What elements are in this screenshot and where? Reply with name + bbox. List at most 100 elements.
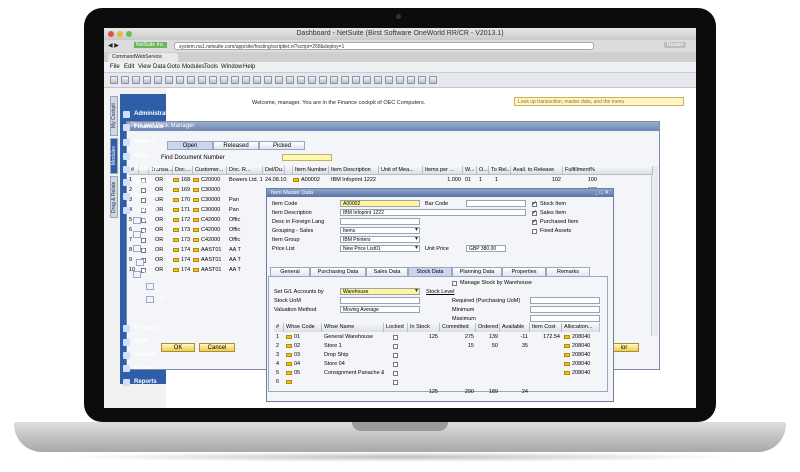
minimum-input[interactable] (530, 306, 600, 313)
stock-table-header[interactable]: Whse Name (322, 323, 384, 332)
link-arrow-icon[interactable] (286, 343, 292, 348)
tab-my-cockpit[interactable]: My Cockpit (110, 96, 118, 136)
link-arrow-icon[interactable] (193, 267, 199, 272)
find-document-input[interactable] (282, 154, 332, 161)
maximum-input[interactable] (530, 315, 600, 322)
table-header[interactable]: To Rel... (489, 166, 511, 175)
tab-properties[interactable]: Properties (502, 267, 546, 276)
stock-sub-item[interactable]: Sto (143, 271, 152, 277)
menu-tools[interactable]: Tools (204, 63, 218, 71)
item-code-input[interactable]: A00002 (340, 200, 420, 207)
stock-sub-item[interactable]: Pic (146, 259, 154, 265)
toolbar-button[interactable] (396, 76, 404, 84)
toolbar-button[interactable] (286, 76, 294, 84)
menu-help[interactable]: Help (243, 63, 255, 71)
link-arrow-icon[interactable] (286, 352, 292, 357)
minimize-window-button[interactable] (117, 31, 123, 37)
bar-code-input[interactable] (466, 200, 526, 207)
toolbar-button[interactable] (132, 76, 140, 84)
module-financials[interactable]: Financials (120, 121, 240, 134)
table-header[interactable]: Unit of Mea... (379, 166, 423, 175)
tab-modules[interactable]: Modules (110, 138, 118, 174)
stock-sub-item[interactable]: Pric (143, 245, 153, 251)
stock-sub-item[interactable]: Sto (143, 231, 152, 237)
checkbox-stock-item[interactable] (532, 200, 537, 207)
module-sales-o[interactable]: Sales O (120, 136, 240, 149)
link-arrow-icon[interactable] (193, 247, 199, 252)
toolbar-button[interactable] (253, 76, 261, 84)
tab-general[interactable]: General (270, 267, 310, 276)
toolbar-button[interactable] (352, 76, 360, 84)
toolbar-button[interactable] (165, 76, 173, 84)
table-header[interactable] (285, 166, 293, 175)
tab-purchasing-data[interactable]: Purchasing Data (310, 267, 366, 276)
stock-table-header[interactable]: Locked (384, 323, 408, 332)
stock-table-header[interactable]: Whse Code (284, 323, 322, 332)
toolbar-button[interactable] (187, 76, 195, 84)
stock-sub-item[interactable]: Sto (156, 296, 165, 302)
stock-table-header[interactable]: Ordered (476, 323, 500, 332)
toolbar-button[interactable] (220, 76, 228, 84)
link-arrow-icon[interactable] (173, 237, 179, 242)
link-arrow-icon[interactable] (173, 267, 179, 272)
stock-table-header[interactable]: Committed (440, 323, 476, 332)
item-description-input[interactable]: IBM Infoprint 1222 (340, 209, 526, 216)
tab-drag-relate[interactable]: Drag & Relate (110, 176, 118, 218)
stock-table-header[interactable]: In Stock (408, 323, 440, 332)
module-sales[interactable]: Sales (120, 150, 240, 163)
link-arrow-icon[interactable] (564, 334, 570, 339)
link-arrow-icon[interactable] (286, 361, 292, 366)
toolbar-button[interactable] (418, 76, 426, 84)
item-group-select[interactable]: IBM Printers (340, 236, 420, 243)
tab-sales-data[interactable]: Sales Data (366, 267, 408, 276)
link-arrow-icon[interactable] (193, 257, 199, 262)
link-arrow-icon[interactable] (193, 227, 199, 232)
back-forward-icon[interactable]: ◀ ▶ (108, 42, 119, 49)
table-header[interactable]: Items per ... (423, 166, 463, 175)
close-window-button[interactable] (108, 31, 114, 37)
module-banking[interactable]: Banking (120, 190, 240, 203)
table-header[interactable]: Fulfillment% (563, 166, 653, 175)
stock-row-locked[interactable] (393, 353, 398, 358)
menu-data[interactable]: Data (153, 63, 166, 71)
menu-modules[interactable]: Modules (182, 63, 205, 71)
link-arrow-icon[interactable] (286, 370, 292, 375)
module-producti[interactable]: Producti (120, 322, 240, 335)
toolbar-button[interactable] (374, 76, 382, 84)
link-arrow-icon[interactable] (173, 217, 179, 222)
valuation-input[interactable]: Moving Average (340, 306, 420, 313)
link-arrow-icon[interactable] (286, 334, 292, 339)
toolbar-button[interactable] (143, 76, 151, 84)
stock-sub-item[interactable]: Item (143, 217, 155, 223)
checkbox-sales-item[interactable] (532, 209, 537, 216)
tab-picked[interactable]: Picked (259, 141, 305, 150)
search-input[interactable]: Look up transaction, master data, and th… (514, 97, 684, 106)
menu-window[interactable]: Window (221, 63, 242, 71)
link-arrow-icon[interactable] (564, 343, 570, 348)
toolbar-button[interactable] (319, 76, 327, 84)
stock-table-header[interactable]: Available (500, 323, 530, 332)
link-arrow-icon[interactable] (193, 217, 199, 222)
checkbox-purchased-item[interactable] (532, 218, 537, 225)
link-arrow-icon[interactable] (564, 361, 570, 366)
toolbar-button[interactable] (121, 76, 129, 84)
link-arrow-icon[interactable] (564, 352, 570, 357)
tab-remarks[interactable]: Remarks (546, 267, 590, 276)
stock-row-locked[interactable] (393, 335, 398, 340)
pick-pack-scrollbar[interactable] (651, 166, 658, 336)
module-reports[interactable]: Reports (120, 376, 240, 389)
foreign-desc-input[interactable] (340, 218, 420, 225)
module-purchasi[interactable]: Purchasi (120, 163, 240, 176)
link-arrow-icon[interactable] (173, 257, 179, 262)
zoom-window-button[interactable] (126, 31, 132, 37)
link-arrow-icon[interactable] (173, 227, 179, 232)
toolbar-button[interactable] (308, 76, 316, 84)
stock-table-header[interactable]: Item Cost (530, 323, 562, 332)
required-input[interactable] (530, 297, 600, 304)
manage-stock-checkbox[interactable] (452, 281, 457, 286)
module-administration[interactable]: Administration (120, 108, 250, 121)
browser-tab[interactable]: CommandWebService (108, 53, 178, 62)
price-list-select[interactable]: New Price List01 (340, 245, 420, 252)
toolbar-button[interactable] (198, 76, 206, 84)
link-arrow-icon[interactable] (286, 379, 292, 384)
